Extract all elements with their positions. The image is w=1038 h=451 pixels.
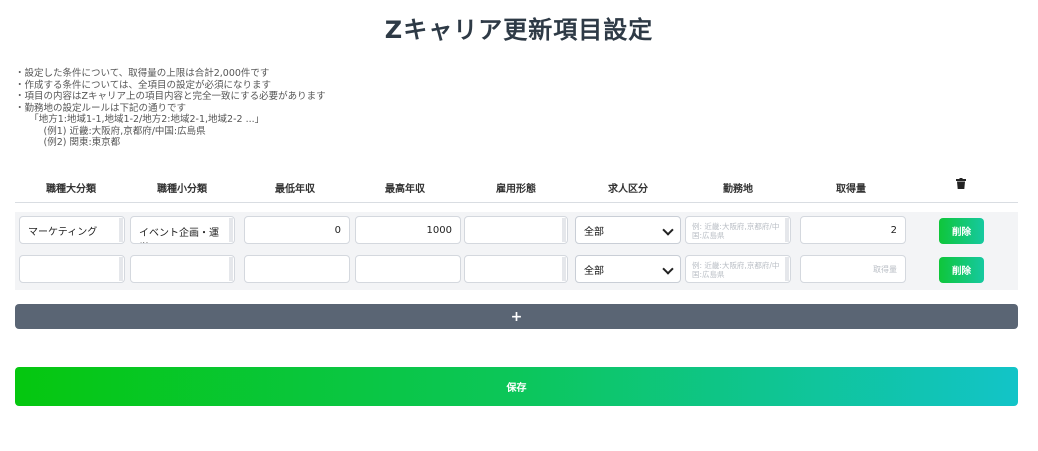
header-location: 勤務地 (723, 184, 753, 195)
employment-type-field[interactable] (464, 216, 568, 244)
location-field[interactable]: 例: 近畿:大阪府,京都府/中国:広島県 (685, 216, 791, 244)
note-line: ・勤務地の設定ルールは下記の通りです (15, 102, 187, 114)
add-row-button[interactable]: + (15, 304, 1018, 329)
job-type-value: 全部 (584, 226, 604, 238)
header-category-large: 職種大分類 (46, 184, 96, 195)
header-quantity: 取得量 (836, 184, 866, 195)
employment-type-field[interactable] (464, 255, 568, 283)
job-type-value: 全部 (584, 265, 604, 277)
note-line: 「地方1:地域1-1,地域1-2/地方2:地域2-1,地域2-2 ...」 (15, 114, 265, 125)
note-line: (例1) 近畿:大阪府,京都府/中国:広島県 (15, 125, 206, 137)
category-large-field[interactable]: マーケティング (19, 216, 125, 244)
note-line: (例2) 関東:東京都 (15, 137, 121, 148)
condition-rows: マーケティング イベント企画・運営 0 1000 全部 例: 近畿:大阪府,京都… (15, 212, 1018, 290)
location-field[interactable]: 例: 近畿:大阪府,京都府/中国:広島県 (685, 255, 791, 283)
job-type-select[interactable]: 全部 (575, 216, 681, 244)
category-large-field[interactable] (19, 255, 125, 283)
max-salary-input[interactable] (355, 255, 461, 283)
max-salary-input[interactable]: 1000 (355, 216, 461, 244)
min-salary-input[interactable]: 0 (244, 216, 350, 244)
delete-row-button[interactable]: 削除 (939, 257, 984, 283)
note-line: ・作成する条件については、全項目の設定が必須になります (15, 79, 272, 91)
header-min-salary: 最低年収 (275, 184, 315, 195)
chevron-down-icon (662, 224, 674, 236)
min-salary-input[interactable] (244, 255, 350, 283)
page-title: Zキャリア更新項目設定 (384, 16, 654, 44)
delete-row-button[interactable]: 削除 (939, 218, 984, 244)
note-line: ・設定した条件について、取得量の上限は合計2,000件です (15, 68, 270, 79)
quantity-input[interactable]: 取得量 (800, 255, 906, 283)
header-category-small: 職種小分類 (157, 184, 207, 195)
trash-icon[interactable] (956, 178, 966, 192)
note-line: ・項目の内容はZキャリア上の項目内容と完全一致にする必要があります (15, 91, 326, 102)
instructions: ・設定した条件について、取得量の上限は合計2,000件です ・作成する条件につい… (15, 68, 326, 149)
quantity-input[interactable]: 2 (800, 216, 906, 244)
header-max-salary: 最高年収 (385, 184, 425, 195)
header-employment-type: 雇用形態 (496, 184, 536, 195)
job-type-select[interactable]: 全部 (575, 255, 681, 283)
category-small-field[interactable] (130, 255, 235, 283)
chevron-down-icon (662, 263, 674, 275)
category-small-field[interactable]: イベント企画・運営 (130, 216, 235, 244)
table-header: 職種大分類 職種小分類 最低年収 最高年収 雇用形態 求人区分 勤務地 取得量 (15, 176, 1018, 203)
save-button[interactable]: 保存 (15, 367, 1018, 406)
header-job-type: 求人区分 (608, 184, 648, 195)
